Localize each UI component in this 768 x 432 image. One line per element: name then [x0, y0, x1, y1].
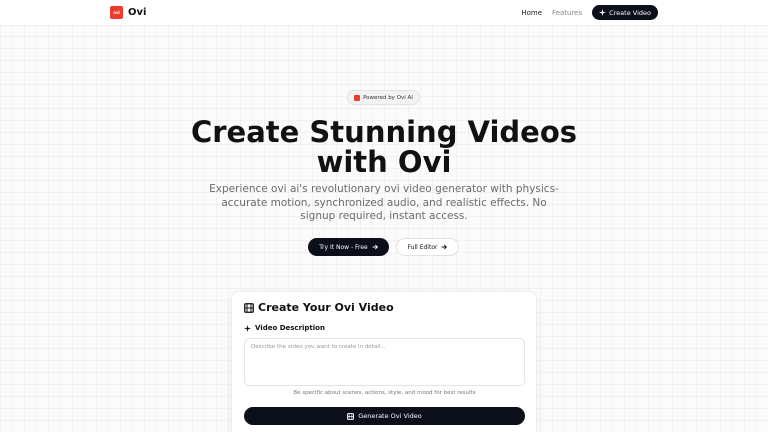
nav-link-features[interactable]: Features [552, 9, 582, 17]
video-description-label-text: Video Description [255, 324, 325, 332]
hero-subtitle: Experience ovi ai's revolutionary ovi vi… [209, 183, 559, 222]
try-it-now-label: Try It Now - Free [319, 243, 368, 251]
generate-video-label: Generate Ovi Video [358, 412, 422, 420]
card-title-text: Create Your Ovi Video [258, 301, 394, 314]
film-icon [347, 412, 355, 420]
logo-mark: ovi [110, 6, 123, 19]
card-title: Create Your Ovi Video [244, 301, 394, 314]
logo-text: Ovi [128, 7, 147, 18]
ovi-logo-icon [354, 94, 361, 101]
full-editor-label: Full Editor [407, 243, 438, 251]
create-video-card: Create Your Ovi Video Video Description … [231, 291, 537, 432]
description-hint: Be specific about scenes, actions, style… [293, 390, 476, 396]
video-description-label: Video Description [244, 324, 325, 332]
hero-title: Create Stunning Videos with Ovi [190, 115, 578, 179]
nav-link-home[interactable]: Home [521, 9, 542, 17]
badge-label: Powered by Ovi AI [363, 94, 413, 101]
create-video-label: Create Video [609, 8, 651, 17]
top-navbar: ovi Ovi Home Features Create Video [0, 0, 768, 26]
generate-video-button[interactable]: Generate Ovi Video [244, 407, 525, 425]
video-description-input[interactable] [244, 338, 525, 386]
powered-by-badge: Powered by Ovi AI [347, 90, 420, 105]
arrow-right-icon [372, 244, 378, 250]
arrow-right-icon [441, 244, 448, 250]
nav-links: Home Features Create Video [521, 5, 658, 20]
full-editor-button[interactable]: Full Editor [396, 238, 459, 256]
film-icon [244, 302, 254, 313]
sparkle-icon [244, 324, 251, 332]
create-video-button[interactable]: Create Video [592, 5, 658, 20]
logo[interactable]: ovi Ovi [110, 6, 146, 19]
sparkle-icon [599, 9, 607, 16]
try-it-now-button[interactable]: Try It Now - Free [308, 238, 389, 256]
